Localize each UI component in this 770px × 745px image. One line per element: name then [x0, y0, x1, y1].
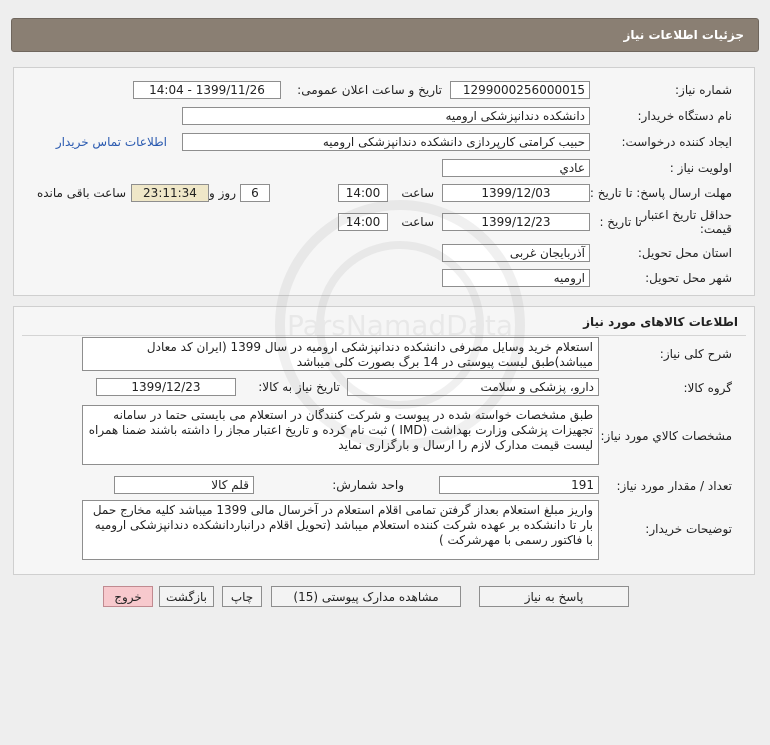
page-header: جزئیات اطلاعات نیاز — [11, 18, 759, 52]
requester-field: حبیب کرامتی کارپردازی دانشکده دندانپزشکی… — [182, 133, 590, 151]
validity-time-label: ساعت — [401, 215, 434, 229]
announce-field: 1399/11/26 - 14:04 — [133, 81, 281, 99]
need-info-panel: شماره نیاز: 1299000256000015 تاریخ و ساع… — [13, 67, 755, 296]
need-date-label: تاریخ نیاز به کالا: — [258, 380, 340, 394]
buyer-notes-label: توضیحات خریدار: — [645, 522, 732, 536]
view-docs-button[interactable]: مشاهده مدارک پیوستی (15) — [271, 586, 461, 607]
general-desc-label: شرح کلی نیاز: — [659, 347, 732, 361]
buyer-org-label: نام دستگاه خریدار: — [637, 109, 733, 123]
page-title: جزئیات اطلاعات نیاز — [623, 28, 744, 42]
need-number-field: 1299000256000015 — [450, 81, 590, 99]
buyer-org-field: دانشکده دندانپزشکی ارومیه — [182, 107, 590, 125]
province-label: استان محل تحویل: — [637, 246, 732, 260]
days-label: روز و — [209, 186, 236, 200]
province-field: آذربایجان غربی — [442, 244, 590, 262]
city-field: ارومیه — [442, 269, 590, 287]
buyer-contact-link[interactable]: اطلاعات تماس خریدار — [56, 135, 167, 149]
days-field: 6 — [240, 184, 270, 202]
remaining-label: ساعت باقی مانده — [36, 186, 126, 200]
requester-label: ایجاد کننده درخواست: — [621, 135, 732, 149]
reply-button[interactable]: پاسخ به نیاز — [479, 586, 629, 607]
group-label: گروه کالا: — [683, 381, 733, 395]
priority-label: اولویت نیاز : — [669, 161, 732, 175]
validity-label-2: قیمت: — [699, 222, 732, 236]
print-button[interactable]: چاپ — [222, 586, 262, 607]
validity-date-field: 1399/12/23 — [442, 213, 590, 231]
validity-to-label: تا تاریخ : — [599, 215, 642, 229]
validity-time-field: 14:00 — [338, 213, 388, 231]
goods-panel: اطلاعات کالاهای مورد نیاز شرح کلی نیاز: … — [13, 306, 755, 575]
priority-field: عادي — [442, 159, 590, 177]
specs-label: مشخصات کالاي مورد نياز: — [600, 429, 732, 443]
specs-field: طبق مشخصات خواسته شده در پیوست و شرکت کن… — [82, 405, 599, 465]
qty-label: تعداد / مقدار مورد نیاز: — [616, 479, 732, 493]
announce-label: تاریخ و ساعت اعلان عمومی: — [297, 83, 442, 97]
goods-section-title: اطلاعات کالاهای مورد نیاز — [583, 315, 738, 329]
deadline-time-label: ساعت — [401, 186, 434, 200]
deadline-date-field: 1399/12/03 — [442, 184, 590, 202]
city-label: شهر محل تحویل: — [645, 271, 732, 285]
section-divider — [22, 335, 746, 336]
unit-field: قلم کالا — [114, 476, 254, 494]
group-field: دارو، پزشکی و سلامت — [347, 378, 599, 396]
general-desc-field: استعلام خرید وسایل مصرفی دانشکده دندانپز… — [82, 337, 599, 371]
buyer-notes-field: واریز مبلغ استعلام بعداز گرفتن تمامی اقل… — [82, 500, 599, 560]
deadline-label: مهلت ارسال پاسخ: تا تاریخ : — [589, 186, 732, 200]
need-number-label: شماره نیاز: — [675, 83, 732, 97]
exit-button[interactable]: خروج — [103, 586, 153, 607]
need-date-field: 1399/12/23 — [96, 378, 236, 396]
unit-label: واحد شمارش: — [332, 478, 404, 492]
back-button[interactable]: بازگشت — [159, 586, 214, 607]
remaining-time-field: 23:11:34 — [131, 184, 209, 202]
deadline-time-field: 14:00 — [338, 184, 388, 202]
qty-field: 191 — [439, 476, 599, 494]
validity-label-1: حداقل تاریخ اعتبار — [641, 208, 732, 222]
